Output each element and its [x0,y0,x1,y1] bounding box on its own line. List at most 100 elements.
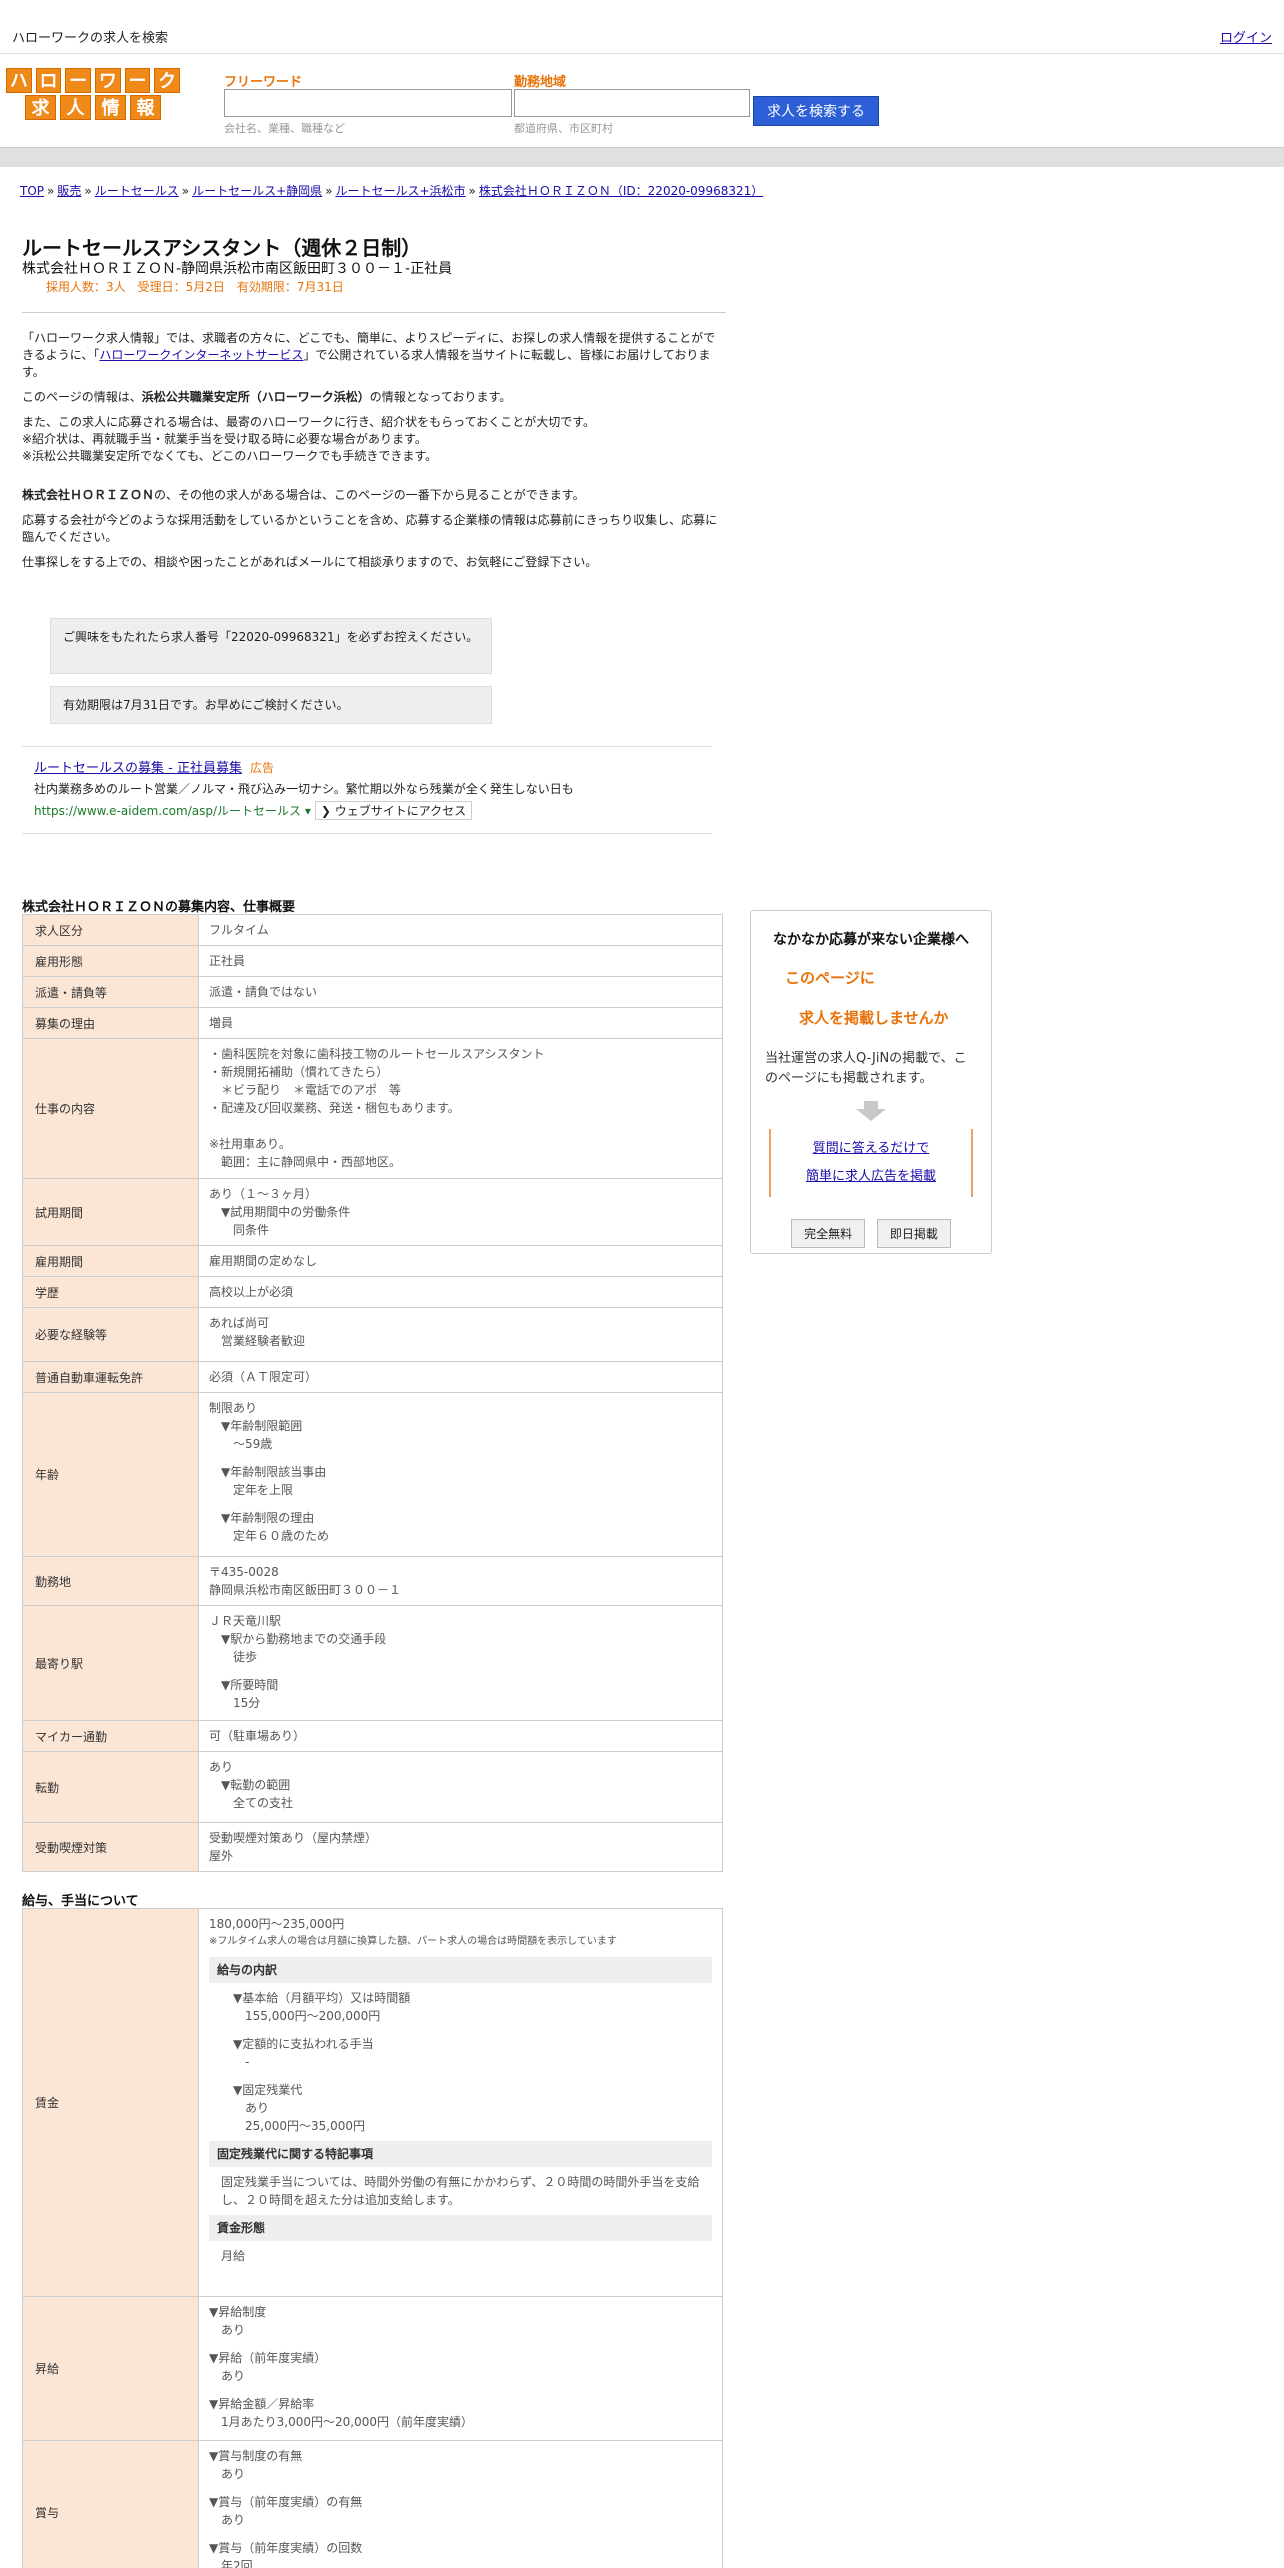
hellowork-internet-link[interactable]: ハローワークインターネットサービス [99,348,303,362]
content-line: あり [221,2369,246,2383]
content-line: ▼試用期間中の労働条件 [221,1205,351,1219]
free-button[interactable]: 完全無料 [791,1219,866,1248]
content-line: あり [221,2467,246,2481]
row-label: 賃金 [22,1908,199,2297]
row-label: 転勤 [22,1751,199,1823]
wage-form-heading: 賃金形態 [209,2215,712,2241]
content-line: ※社用車あり。 [209,1137,291,1151]
area-input[interactable] [514,89,750,117]
search-button[interactable]: 求人を検索する [753,96,879,126]
row-label: 最寄り駅 [22,1605,199,1721]
area-hint: 都道府県、市区町村 [514,122,613,135]
job-number-notice: ご興味をもたれたら求人番号「22020-09968321」を必ずお控えください。 [50,618,492,674]
table-row: 最寄り駅 ＪＲ天竜川駅 ▼駅から勤務地までの交通手段 徒歩 ▼所要時間 15分 [22,1605,723,1721]
ad-title-link[interactable]: ルートセールスの募集 - 正社員募集 [34,761,242,776]
wage-form-value: 月給 [221,2249,246,2263]
content-line: ▼年齢制限範囲 [221,1419,303,1433]
table-row: 学歴 高校以上が必須 [22,1276,723,1308]
same-day-button[interactable]: 即日掲載 [876,1219,951,1248]
advertise-sidebar: なかなか応募が来ない企業様へ このページに 求人を掲載しませんか 当社運営の求人… [750,910,992,1254]
row-label: 受動喫煙対策 [22,1822,199,1872]
content-line: ▼定額的に支払われる手当 [233,2037,374,2051]
table-row: 派遣・請負等 派遣・請負ではない [22,976,723,1008]
logo-char: ク [154,68,181,93]
content-line: あり [209,1760,234,1774]
content-line: 同条件 [233,1223,270,1237]
content-line: ▼基本給（月額平均）又は時間額 [233,1991,411,2005]
table-row: 賞与 ▼賞与制度の有無 あり ▼賞与（前年度実績）の有無 あり ▼賞与（前年度実… [22,2440,723,2568]
keyword-hint: 会社名、業種、職種など [224,122,345,135]
salary-note: ※フルタイム求人の場合は月額に換算した額、パート求人の場合は時間額を表示していま… [209,1936,617,1947]
salary-breakdown-heading: 給与の内訳 [209,1957,712,1983]
breadcrumb-top[interactable]: TOP [20,184,44,198]
content-line: ・歯科医院を対象に歯科技工物のルートセールスアシスタント [209,1047,545,1061]
content-line: ▼昇給金額／昇給率 [209,2397,315,2411]
intro-text-part: このページの情報は、 [22,390,142,404]
intro-paragraph: このページの情報は、浜松公共職業安定所（ハローワーク浜松）の情報となっております… [22,389,718,406]
content-line: ▼所要時間 [221,1678,279,1692]
content-line: あり [221,2513,246,2527]
row-value: あれば尚可 営業経験者歓迎 [198,1307,723,1362]
divider [22,312,726,313]
row-value: 高校以上が必須 [198,1276,723,1308]
content-line: 25,000円〜35,000円 [245,2119,365,2133]
table-row: 普通自動車運転免許 必須（ＡＴ限定可） [22,1361,723,1393]
intro-text-part: の情報となっております。 [369,390,512,404]
row-label: 必要な経験等 [22,1307,199,1362]
row-value: 可（駐車場あり） [198,1720,723,1752]
intro-text: 「ハローワーク求人情報」では、求職者の方々に、どこでも、簡単に、よりスピーディに… [22,330,718,579]
row-label: 賞与 [22,2440,199,2568]
content-line: ▼転勤の範囲 [221,1778,291,1792]
row-value: 受動喫煙対策あり（屋内禁煙） 屋外 [198,1822,723,1872]
table-row: 求人区分 フルタイム [22,914,723,946]
row-label: 学歴 [22,1276,199,1308]
breadcrumb-company[interactable]: 株式会社ＨＯＲＩＺＯＮ（ID：22020-09968321） [479,184,763,198]
content-line: 定年６０歳のため [233,1529,330,1543]
row-label: 昇給 [22,2296,199,2441]
breadcrumb-shizuoka[interactable]: ルートセールス+静岡県 [192,184,322,198]
intro-paragraph: 「ハローワーク求人情報」では、求職者の方々に、どこでも、簡単に、よりスピーディに… [22,330,718,381]
table-row: 受動喫煙対策 受動喫煙対策あり（屋内禁煙） 屋外 [22,1822,723,1872]
content-line: 静岡県浜松市南区飯田町３００－１ [209,1583,402,1597]
breadcrumb-separator: » [47,184,55,198]
row-value: 必須（ＡＴ限定可） [198,1361,723,1393]
ad-url-dropdown-icon[interactable]: ▾ [305,804,311,818]
ad-visit-button[interactable]: ❯ ウェブサイトにアクセス [314,801,473,820]
breadcrumb-route-sales[interactable]: ルートセールス [95,184,179,198]
ad-url[interactable]: https://www.e-aidem.com/asp/ルートセールス [34,804,301,818]
sidebar-link[interactable]: 簡単に求人広告を掲載 [806,1169,936,1184]
table-row: 必要な経験等 あれば尚可 営業経験者歓迎 [22,1307,723,1362]
arrow-down-icon [856,1101,886,1121]
content-line: ▼賞与（前年度実績）の有無 [209,2495,363,2509]
breadcrumb-sales[interactable]: 販売 [57,184,81,198]
breadcrumb-hamamatsu[interactable]: ルートセールス+浜松市 [335,184,465,198]
row-label: 派遣・請負等 [22,976,199,1008]
fixed-overtime-text: 固定残業手当については、時間外労働の有無にかかわらず、２０時間の時間外手当を支給… [221,2175,700,2207]
breadcrumb-separator: » [181,184,190,198]
content-line: 全ての支社 [233,1796,294,1810]
logo-char: ハ [5,68,32,93]
login-link[interactable]: ログイン [1220,27,1272,46]
row-value: 増員 [198,1007,723,1039]
content-line: あり [221,2323,246,2337]
intro-text-part: ※浜松公共職業安定所でなくても、どこのハローワークでも手続きできます。 [22,449,438,463]
sidebar-text: 当社運営の求人Q-JiNの掲載で、このページにも掲載されます。 [765,1051,967,1086]
row-label: 勤務地 [22,1556,199,1606]
keyword-input[interactable] [224,89,512,117]
row-value: 180,000円〜235,000円 ※フルタイム求人の場合は月額に換算した額、パ… [198,1908,723,2297]
content-line: ▼賞与制度の有無 [209,2449,303,2463]
hellowork-logo[interactable]: ハ ロ ー ワ ー ク 求 人 情 報 [4,67,182,123]
logo-char: ロ [35,68,62,93]
sidebar-link[interactable]: 質問に答えるだけで [813,1141,930,1156]
content-line: 営業経験者歓迎 [221,1334,306,1348]
area-label: 勤務地域 [514,75,567,90]
row-value: 〒435-0028 静岡県浜松市南区飯田町３００－１ [198,1556,723,1606]
logo-char: ー [65,68,91,93]
logo-row-2: 求 人 情 報 [4,94,182,121]
row-value: ・歯科医院を対象に歯科技工物のルートセールスアシスタント ・新規開拓補助（慣れて… [198,1038,723,1179]
ad-block: ルートセールスの募集 - 正社員募集 広告 社内業務多めのルート営業／ノルマ・飛び… [22,746,712,834]
table-row: 勤務地 〒435-0028 静岡県浜松市南区飯田町３００－１ [22,1556,723,1606]
intro-text-part: ※紹介状は、再就職手当・就業手当を受け取る時に必要な場合があります。 [22,432,427,446]
